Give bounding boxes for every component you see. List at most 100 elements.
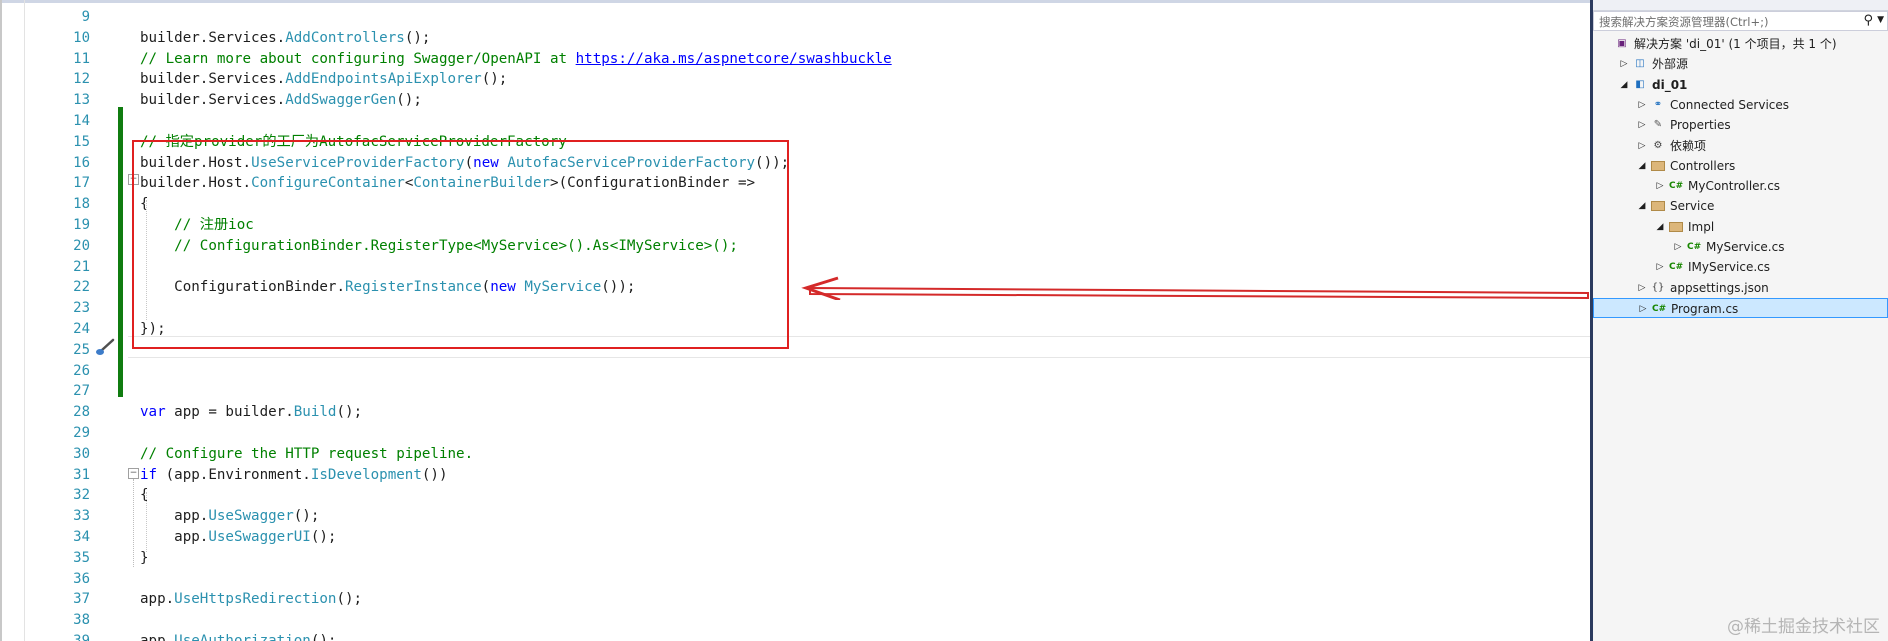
code-text: app.UseHttpsRedirection(); [140, 589, 362, 610]
code-line[interactable]: 28 var app = builder.Build(); [0, 402, 1590, 423]
solution-explorer: 搜索解决方案资源管理器(Ctrl+;) ⚲ ▼ ▣ 解决方案 'di_01' (1… [1590, 0, 1888, 641]
line-number: 14 [73, 113, 90, 129]
code-token: UseSwaggerUI [208, 529, 311, 545]
tree-item-label: Impl [1688, 219, 1715, 234]
code-token: UseSwagger [208, 508, 294, 525]
code-line[interactable]: 9 [0, 7, 1590, 28]
code-token: app. [140, 529, 209, 545]
code-line[interactable]: 10 builder.Services.AddControllers(); [0, 28, 1590, 49]
code-line[interactable]: 31 if (app.Environment.IsDevelopment()) [0, 465, 1590, 486]
line-number: 15 [73, 133, 90, 150]
collapsed-arrow-icon[interactable]: ▷ [1638, 299, 1648, 319]
code-token: builder. [140, 71, 209, 88]
collapsed-arrow-icon[interactable]: ▷ [1637, 278, 1647, 298]
code-token: app. [140, 591, 175, 608]
code-line[interactable]: 30 // Configure the HTTP request pipeline… [0, 444, 1590, 465]
tree-item[interactable]: ▷ ⚭ Connected Services [1593, 95, 1888, 115]
code-line[interactable]: 36 [0, 569, 1590, 590]
code-text: app.UseSwagger(); [140, 506, 319, 527]
external-sources-icon: ◫ [1635, 58, 1645, 70]
collapsed-arrow-icon[interactable]: ▷ [1637, 115, 1647, 135]
code-line[interactable]: 35} [0, 548, 1590, 569]
code-line[interactable]: 26 [0, 361, 1590, 382]
tree-item[interactable]: ◢ Service [1593, 196, 1888, 216]
tree-item[interactable]: ▷ {} appsettings.json [1593, 278, 1888, 298]
code-token: AddEndpointsApiExplorer [285, 71, 482, 88]
folder-icon [1651, 160, 1665, 171]
expanded-arrow-icon[interactable]: ◢ [1637, 156, 1647, 176]
code-line[interactable]: 12 builder.Services.AddEndpointsApiExplor… [0, 69, 1590, 90]
code-token: (); [481, 71, 508, 88]
code-text: // Learn more about configuring Swagger/… [140, 49, 892, 70]
paintbrush-icon[interactable] [94, 337, 116, 357]
tree-item[interactable]: ◢ Controllers [1593, 156, 1888, 176]
line-number: 23 [73, 300, 90, 317]
csharp-file-icon: C# [1669, 181, 1684, 192]
line-number: 38 [73, 612, 90, 629]
code-line[interactable]: 34 app.UseSwaggerUI(); [0, 527, 1590, 548]
code-token: Services. [208, 29, 286, 46]
solution-explorer-search[interactable]: 搜索解决方案资源管理器(Ctrl+;) ⚲ ▼ [1593, 11, 1888, 31]
search-icon[interactable]: ⚲ [1863, 13, 1873, 28]
collapsed-arrow-icon[interactable]: ▷ [1637, 95, 1647, 115]
dependencies-icon: ⚙ [1653, 139, 1663, 151]
code-line[interactable]: 29 [0, 423, 1590, 444]
code-token: Services. [208, 92, 286, 109]
csharp-file-icon: C# [1652, 303, 1667, 314]
code-line[interactable]: 32{ [0, 485, 1590, 506]
tree-item[interactable]: ▷ C# MyController.cs [1593, 176, 1888, 196]
chevron-down-icon[interactable]: ▼ [1877, 15, 1884, 25]
code-token: if [140, 466, 166, 483]
expanded-arrow-icon[interactable]: ◢ [1637, 196, 1647, 216]
code-line[interactable]: 14 [0, 111, 1590, 132]
line-number: 25 [73, 341, 90, 358]
code-line[interactable]: 39 app.UseAuthorization(); [0, 631, 1590, 641]
line-number: 22 [73, 279, 90, 296]
collapsed-arrow-icon[interactable]: ▷ [1655, 176, 1665, 196]
collapsed-arrow-icon[interactable]: ▷ [1637, 136, 1647, 156]
code-line[interactable]: 33 app.UseSwagger(); [0, 506, 1590, 527]
solution-explorer-toolbar[interactable] [1593, 0, 1888, 11]
expanded-arrow-icon[interactable]: ◢ [1619, 75, 1629, 95]
code-token: (); [336, 404, 363, 421]
fold-toggle-icon[interactable]: − [128, 468, 139, 479]
code-token: } [140, 549, 149, 566]
code-editor[interactable]: 9 10 builder.Services.AddControllers(); 11/… [0, 0, 1590, 641]
code-token: ()) [421, 466, 448, 483]
tree-item[interactable]: ▣ 解决方案 'di_01' (1 个项目，共 1 个) [1593, 34, 1888, 54]
line-number: 30 [73, 445, 90, 462]
folder-icon [1669, 221, 1683, 232]
code-text: if (app.Environment.IsDevelopment()) [140, 465, 448, 486]
collapsed-arrow-icon[interactable]: ▷ [1673, 237, 1683, 257]
tree-item-label: 解决方案 'di_01' (1 个项目，共 1 个) [1634, 37, 1837, 51]
tree-item[interactable]: ▷ ⚙ 依赖项 [1593, 136, 1888, 156]
tree-item[interactable]: ◢ ◧ di_01 [1593, 75, 1888, 95]
line-number: 19 [73, 217, 90, 233]
expanded-arrow-icon[interactable]: ◢ [1655, 217, 1665, 237]
code-line[interactable]: 37 app.UseHttpsRedirection(); [0, 589, 1590, 610]
arrow-annotation [801, 276, 1589, 300]
code-line[interactable]: 11 // Learn more about configuring Swagge… [0, 49, 1590, 70]
tree-item[interactable]: ▷ ✎ Properties [1593, 115, 1888, 135]
csharp-file-icon: C# [1687, 242, 1702, 252]
code-link[interactable]: https://aka.ms/aspnetcore/swashbuckle [576, 51, 892, 67]
code-token: UseAuthorization [174, 633, 311, 641]
tree-item[interactable]: ▷ C# Program.cs [1593, 297, 1888, 319]
collapsed-arrow-icon[interactable]: ▷ [1655, 257, 1665, 277]
search-placeholder: 搜索解决方案资源管理器(Ctrl+;) [1599, 15, 1769, 29]
code-token: (); [336, 591, 363, 608]
code-token: builder. [140, 29, 209, 46]
tree-item[interactable]: ▷ ◫ 外部源 [1593, 54, 1888, 74]
tree-item[interactable]: ◢ Impl [1593, 217, 1888, 237]
tree-item[interactable]: ▷ C# MyService.cs [1593, 237, 1888, 257]
collapsed-arrow-icon[interactable]: ▷ [1619, 54, 1629, 74]
code-line[interactable]: 13 builder.Services.AddSwaggerGen(); [0, 90, 1590, 111]
line-number: 16 [73, 154, 90, 171]
code-text: // Configure the HTTP request pipeline. [140, 444, 473, 465]
tree-item[interactable]: ▷ C# IMyService.cs [1593, 257, 1888, 277]
tree-item-label: 外部源 [1652, 57, 1689, 72]
line-number: 12 [73, 71, 90, 88]
code-line[interactable]: 27 [0, 381, 1590, 402]
line-number: 10 [73, 29, 90, 46]
code-line[interactable]: 38 [0, 610, 1590, 631]
